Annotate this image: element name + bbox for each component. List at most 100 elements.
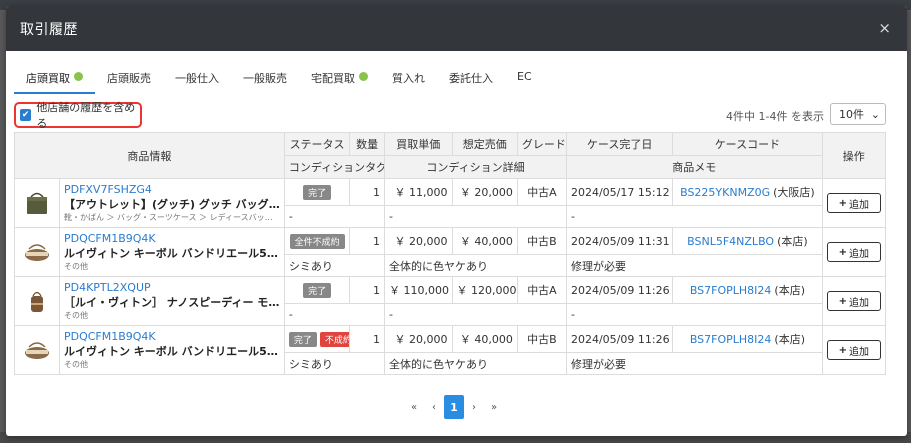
product-memo-cell: 修理が必要: [565, 254, 823, 277]
status-cell: 完了: [283, 178, 351, 206]
status-badge: 完了: [288, 331, 317, 347]
condition-tag-cell: シミあり: [283, 352, 386, 375]
pagination-first[interactable]: «: [404, 395, 424, 419]
expected-price-cell: ￥ 120,000: [451, 276, 518, 304]
header-product-memo: 商品メモ: [565, 155, 823, 179]
tab-7[interactable]: EC: [505, 64, 544, 94]
result-count-text: 4件中 1-4件 を表示: [726, 110, 824, 123]
header-case-done-date: ケース完了日: [565, 132, 674, 156]
table-row: PDQCFM1B9Q4K ルイヴィトン キーボル バンドリエール55 モノグラム …: [14, 325, 887, 375]
header-case-code: ケースコード: [672, 132, 823, 156]
per-page-value: 10件: [839, 108, 864, 121]
product-thumbnail: [14, 227, 60, 277]
product-memo-cell: -: [565, 303, 823, 326]
purchase-price-cell: ￥ 20,000: [384, 227, 453, 255]
transaction-type-tabs: 店頭買取 店頭販売 一般仕入 一般販売 宅配買取 質入れ 委託仕入 EC: [14, 64, 544, 94]
plus-icon: +: [838, 295, 847, 307]
header-condition-tag: コンディションタグ: [283, 155, 386, 179]
table-row: PD4KPTL2XQUP ［ルイ・ヴィトン］ ナノスピーディー モノグラム ミニ.…: [14, 276, 887, 326]
expected-price-cell: ￥ 40,000: [451, 325, 518, 353]
tab-5[interactable]: 質入れ: [380, 64, 437, 94]
store-name: (本店): [774, 333, 806, 346]
case-done-date-cell: 2024/05/09 11:26: [565, 325, 674, 353]
case-code-cell: BSNL5F4NZLBO (本店): [672, 227, 823, 255]
tab-label: 一般仕入: [175, 72, 219, 85]
store-name: (大阪店): [773, 186, 815, 199]
quantity-cell: 1: [349, 178, 386, 206]
tab-status-dot-icon: [359, 72, 368, 81]
action-cell: + 追加: [821, 227, 887, 277]
header-status: ステータス: [283, 132, 351, 156]
add-button[interactable]: + 追加: [826, 340, 881, 360]
expected-price-cell: ￥ 40,000: [451, 227, 518, 255]
tab-1[interactable]: 店頭販売: [95, 64, 163, 94]
tab-label: 委託仕入: [449, 72, 493, 85]
condition-detail-cell: -: [384, 303, 567, 326]
modal-header: 取引履歴 ×: [6, 6, 907, 51]
transaction-history-table: 商品情報 ステータス 数量 買取単価 想定売価 グレード ケース完了日 ケースコ…: [14, 132, 887, 375]
add-button[interactable]: + 追加: [826, 242, 881, 262]
status-badge: 不成約: [319, 331, 349, 347]
add-button[interactable]: + 追加: [826, 291, 881, 311]
product-category: その他: [63, 311, 88, 320]
pagination-last[interactable]: »: [484, 395, 504, 419]
close-icon[interactable]: ×: [878, 21, 891, 36]
pagination-next[interactable]: ›: [464, 395, 484, 419]
condition-tag-cell: -: [283, 205, 386, 228]
header-product-info: 商品情報: [14, 132, 285, 179]
tab-3[interactable]: 一般販売: [231, 64, 299, 94]
tab-4[interactable]: 宅配買取: [299, 64, 380, 94]
purchase-price-cell: ￥ 110,000: [384, 276, 453, 304]
status-cell: 完了 不成約: [283, 325, 351, 353]
add-button-label: 追加: [848, 297, 869, 309]
add-button[interactable]: + 追加: [826, 193, 881, 213]
action-cell: + 追加: [821, 325, 887, 375]
product-code-link[interactable]: PDQCFM1B9Q4K: [64, 232, 280, 245]
tab-label: 質入れ: [392, 72, 425, 85]
tab-2[interactable]: 一般仕入: [163, 64, 231, 94]
case-code-cell: BS7FOPLH8I24 (本店): [672, 325, 823, 353]
product-name: ルイヴィトン キーボル バンドリエール55 モノグラム ...: [63, 345, 280, 358]
grade-cell: 中古B: [516, 227, 567, 255]
include-other-stores-label: 他店舗の履歴を含める: [36, 101, 136, 130]
tab-0[interactable]: 店頭買取: [14, 64, 95, 94]
tab-label: 宅配買取: [311, 72, 355, 85]
case-code-cell: BS225YKNMZ0G (大阪店): [672, 178, 823, 206]
status-badge: 完了: [303, 282, 332, 298]
quantity-cell: 1: [349, 227, 386, 255]
product-code-link[interactable]: PD4KPTL2XQUP: [64, 281, 280, 294]
checkbox-checked-icon[interactable]: ✔: [20, 109, 32, 121]
tab-label: 店頭買取: [26, 72, 70, 85]
product-thumbnail: [14, 276, 60, 326]
case-code-link[interactable]: BS7FOPLH8I24: [690, 333, 772, 346]
grade-cell: 中古A: [516, 178, 567, 206]
product-code-link[interactable]: PDQCFM1B9Q4K: [64, 330, 280, 343]
case-done-date-cell: 2024/05/17 15:12: [565, 178, 674, 206]
store-name: (本店): [774, 284, 806, 297]
case-code-link[interactable]: BSNL5F4NZLBO: [687, 235, 774, 248]
case-code-link[interactable]: BS7FOPLH8I24: [690, 284, 772, 297]
tab-6[interactable]: 委託仕入: [437, 64, 505, 94]
per-page-select[interactable]: 10件 ⌄: [830, 103, 886, 125]
store-name: (本店): [777, 235, 808, 248]
condition-tag-cell: -: [283, 303, 386, 326]
quantity-cell: 1: [349, 276, 386, 304]
product-info-cell: PD4KPTL2XQUP ［ルイ・ヴィトン］ ナノスピーディー モノグラム ミニ.…: [58, 276, 285, 326]
pagination-prev[interactable]: ‹: [424, 395, 444, 419]
pagination-page-current[interactable]: 1: [444, 395, 464, 419]
plus-icon: +: [838, 344, 847, 356]
table-row: PDFXV7FSHZG4 【アウトレット】(グッチ) グッチ バッグ 449169…: [14, 178, 887, 228]
add-button-label: 追加: [848, 346, 869, 358]
product-info-cell: PDFXV7FSHZG4 【アウトレット】(グッチ) グッチ バッグ 449169…: [58, 178, 285, 228]
purchase-price-cell: ￥ 11,000: [384, 178, 453, 206]
purchase-price-cell: ￥ 20,000: [384, 325, 453, 353]
product-code-link[interactable]: PDFXV7FSHZG4: [64, 183, 280, 196]
add-button-label: 追加: [848, 199, 869, 211]
header-grade: グレード: [516, 132, 567, 156]
history-toolbar: ✔ 他店舗の履歴を含める 4件中 1-4件 を表示 10件 ⌄: [14, 101, 886, 130]
expected-price-cell: ￥ 20,000: [451, 178, 518, 206]
case-done-date-cell: 2024/05/09 11:26: [565, 276, 674, 304]
include-other-stores-checkbox[interactable]: ✔ 他店舗の履歴を含める: [14, 101, 142, 130]
product-name: ［ルイ・ヴィトン］ ナノスピーディー モノグラム ミニ...: [63, 296, 280, 309]
case-code-link[interactable]: BS225YKNMZ0G: [680, 186, 770, 199]
